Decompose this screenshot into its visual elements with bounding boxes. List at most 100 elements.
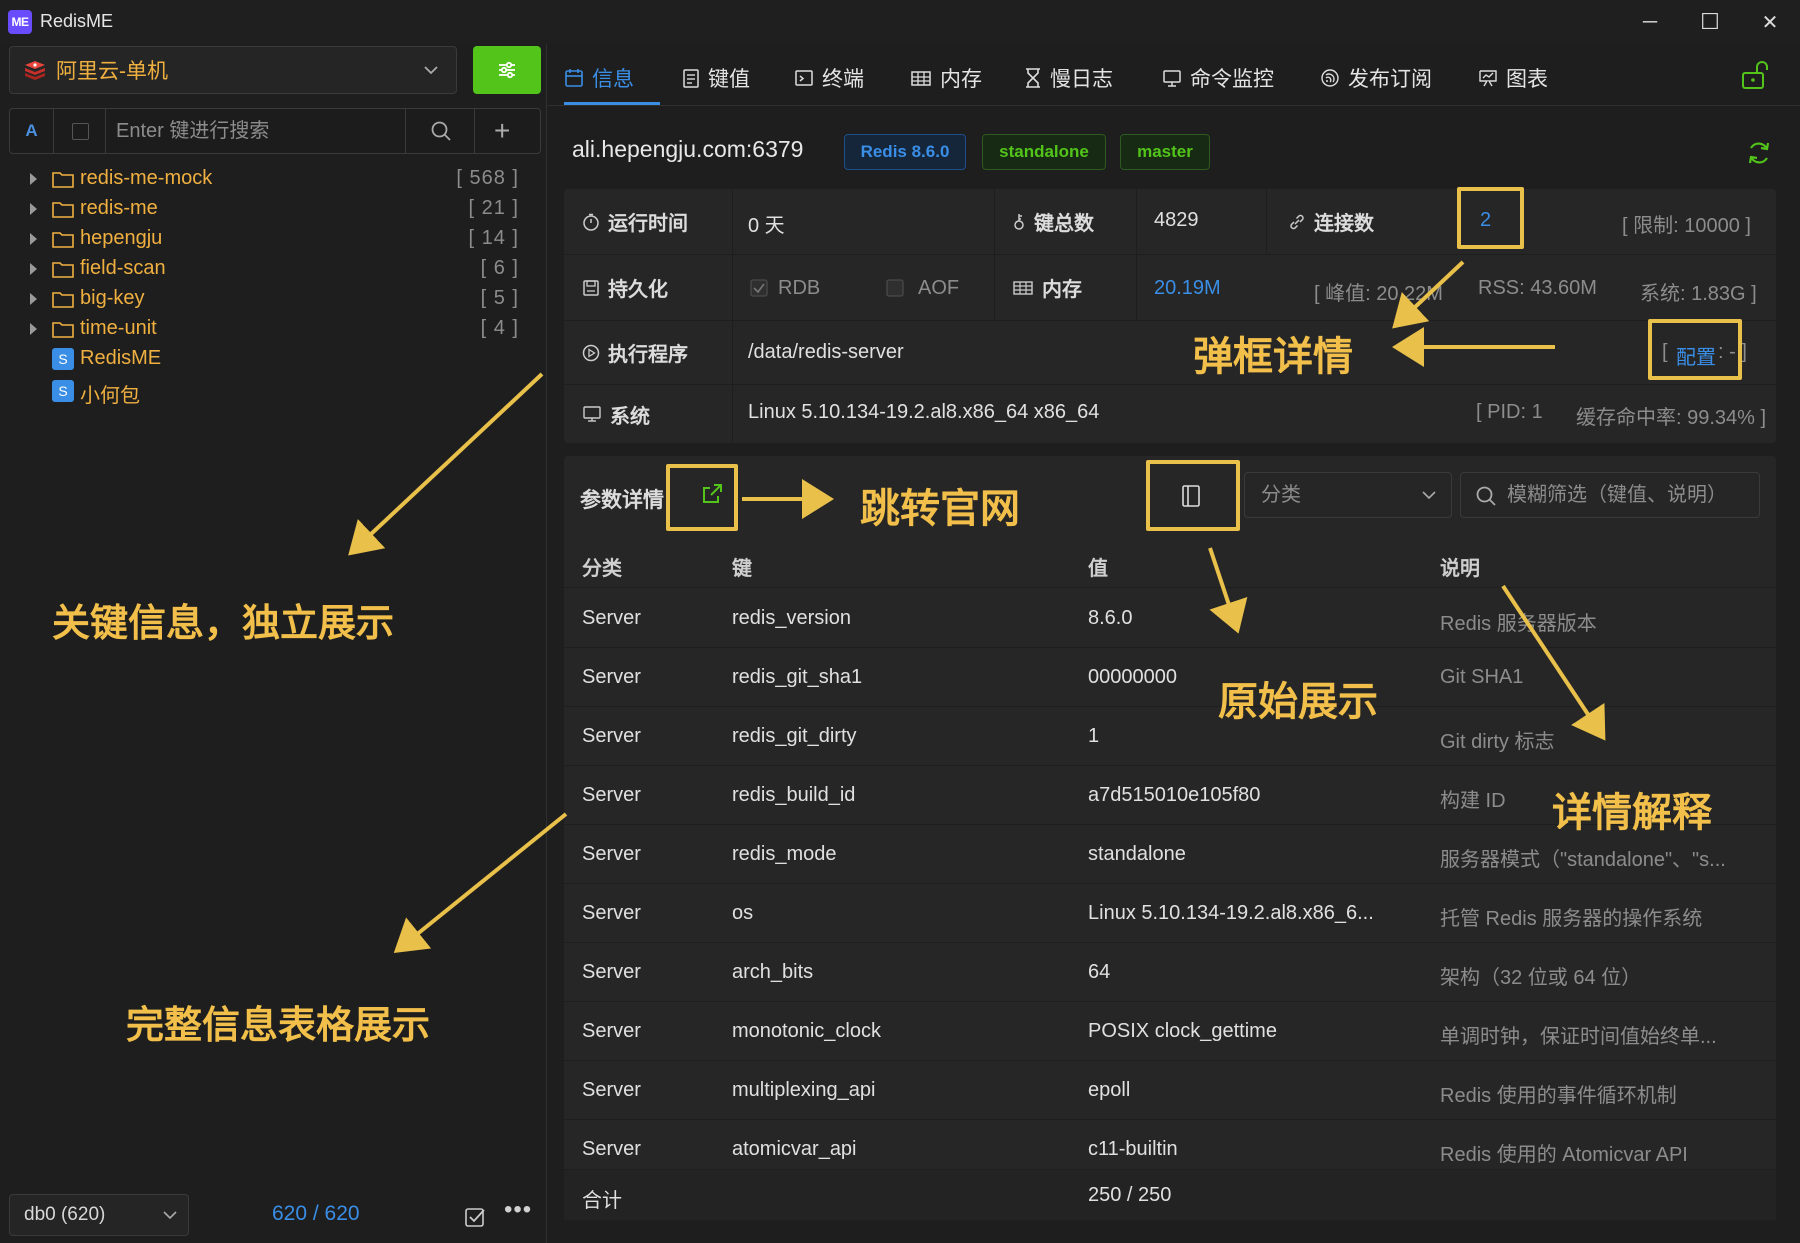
refresh-icon[interactable] (1746, 140, 1772, 166)
cell-description: Git dirty 标志 (1440, 731, 1555, 753)
divider (732, 321, 733, 384)
select-all-checkbox[interactable] (72, 123, 89, 140)
table-row[interactable]: Server monotonic_clock POSIX clock_getti… (564, 1002, 1776, 1061)
cell-category: Server (582, 784, 641, 806)
table-row[interactable]: Server redis_version 8.6.0 Redis 服务器版本 (564, 589, 1776, 648)
header-category[interactable]: 分类 (582, 552, 622, 581)
tab-terminal[interactable]: 终端 (794, 62, 864, 94)
raw-view-icon[interactable] (1180, 484, 1202, 508)
string-type-icon: S (52, 380, 74, 402)
tab-monitor[interactable]: 命令监控 (1162, 62, 1274, 94)
cell-description: 构建 ID (1440, 790, 1506, 812)
keys-label-cell: 键总数 (994, 189, 1136, 254)
persist-label-cell: 持久化 (564, 255, 732, 320)
db-select[interactable]: db0 (620) (9, 1194, 189, 1236)
key-info-panel: 运行时间 0 天 键总数 4829 连接数 2 [ 限制: 10000 ] 持久 (564, 189, 1776, 443)
mode-badge: standalone (982, 134, 1106, 170)
connection-select[interactable]: 阿里云-单机 (9, 46, 457, 94)
tab-memory[interactable]: 内存 (910, 62, 982, 94)
filter-input[interactable] (1507, 481, 1751, 509)
mem-peak: [ 峰值: 20.22M (1314, 283, 1443, 305)
table-row[interactable]: Server redis_git_sha1 00000000 Git SHA1 (564, 648, 1776, 707)
divider (1136, 189, 1137, 254)
tab-charts[interactable]: 图表 (1478, 62, 1548, 94)
tree-folder[interactable]: redis-me [ 21 ] (0, 194, 547, 224)
server-host: ali.hepengju.com:6379 (572, 136, 804, 162)
cell-value: a7d515010e105f80 (1088, 784, 1261, 806)
conn-limit: [ 限制: 10000 ] (1622, 215, 1751, 237)
tab-keyvalue[interactable]: 键值 (682, 62, 750, 94)
cell-key: multiplexing_api (732, 1079, 876, 1101)
tree-folder[interactable]: time-unit [ 4 ] (0, 314, 547, 344)
conn-label-cell: 连接数 (1266, 189, 1426, 254)
caret-right-icon[interactable] (30, 233, 37, 245)
config-open: [ (1662, 341, 1668, 363)
cell-key: monotonic_clock (732, 1020, 881, 1042)
table-row[interactable]: Server os Linux 5.10.134-19.2.al8.x86_6.… (564, 884, 1776, 943)
document-icon (683, 69, 699, 88)
mem-sys: 系统: 1.83G ] (1640, 283, 1757, 305)
close-button[interactable]: ✕ (1748, 6, 1792, 38)
conn-value[interactable]: 2 (1480, 209, 1491, 232)
tree-folder[interactable]: hepengju [ 14 ] (0, 224, 547, 254)
key-icon (1014, 213, 1024, 230)
keys-label: 键总数 (1034, 213, 1094, 235)
tree-folder[interactable]: big-key [ 5 ] (0, 284, 547, 314)
caret-right-icon[interactable] (30, 173, 37, 185)
maximize-button[interactable]: ☐ (1688, 6, 1732, 38)
table-row[interactable]: Server atomicvar_api c11-builtin Redis 使… (564, 1120, 1776, 1169)
tab-pubsub[interactable]: 发布订阅 (1320, 62, 1432, 94)
add-key-button[interactable]: + (494, 117, 510, 145)
category-select[interactable]: 分类 (1244, 472, 1452, 518)
folder-icon (52, 262, 74, 278)
exec-label-cell: 执行程序 (564, 321, 732, 384)
table-body[interactable]: Server redis_version 8.6.0 Redis 服务器版本 S… (564, 589, 1776, 1169)
key-search-input[interactable] (116, 117, 406, 145)
table-row[interactable]: Server redis_build_id a7d515010e105f80 构… (564, 766, 1776, 825)
folder-count: [ 5 ] (480, 287, 519, 309)
tab-slowlog[interactable]: 慢日志 (1024, 62, 1113, 94)
cell-description: 单调时钟，保证时间值始终单... (1440, 1026, 1717, 1048)
filter-field (1460, 472, 1760, 518)
search-icon (1476, 486, 1496, 506)
caret-right-icon[interactable] (30, 323, 37, 335)
header-key[interactable]: 键 (732, 552, 752, 581)
folder-name: redis-me (80, 197, 158, 219)
search-icon[interactable] (430, 120, 452, 142)
tree-folder[interactable]: field-scan [ 6 ] (0, 254, 547, 284)
header-value[interactable]: 值 (1088, 552, 1108, 581)
search-mode-toggle[interactable]: A (10, 109, 54, 153)
hit-rate-value: 缓存命中率: 99.34% ] (1576, 407, 1767, 429)
cell-description: Redis 服务器版本 (1440, 613, 1597, 635)
cell-category: Server (582, 666, 641, 688)
table-row[interactable]: Server multiplexing_api epoll Redis 使用的事… (564, 1061, 1776, 1120)
tab-label: 内存 (940, 68, 982, 91)
cell-key: atomicvar_api (732, 1138, 857, 1160)
folder-count: [ 568 ] (456, 167, 519, 189)
folder-icon (52, 202, 74, 218)
caret-right-icon[interactable] (30, 203, 37, 215)
connection-name: 阿里云-单机 (56, 60, 168, 83)
caret-right-icon[interactable] (30, 263, 37, 275)
config-link[interactable]: 配置 (1676, 341, 1716, 370)
external-link-icon[interactable] (700, 482, 724, 506)
more-icon[interactable]: ••• (504, 1196, 532, 1224)
batch-select-icon[interactable] (464, 1204, 488, 1228)
caret-right-icon[interactable] (30, 293, 37, 305)
connection-settings-button[interactable] (473, 46, 541, 94)
tree-folder[interactable]: redis-me-mock [ 568 ] (0, 164, 547, 194)
footer-count: 250 / 250 (1088, 1184, 1172, 1206)
header-description[interactable]: 说明 (1440, 552, 1480, 581)
table-row[interactable]: Server redis_git_dirty 1 Git dirty 标志 (564, 707, 1776, 766)
table-row[interactable]: Server arch_bits 64 架构（32 位或 64 位） (564, 943, 1776, 1002)
tab-info[interactable]: 信息 (564, 62, 634, 94)
tree-key[interactable]: S RedisME (0, 344, 547, 376)
tree-key[interactable]: S 小何包 (0, 376, 547, 408)
cell-description: Redis 使用的 Atomicvar API (1440, 1144, 1688, 1166)
rdb-checkbox[interactable] (750, 279, 768, 297)
unlock-icon[interactable] (1740, 60, 1772, 90)
minimize-button[interactable]: ─ (1628, 6, 1672, 38)
table-row[interactable]: Server redis_mode standalone 服务器模式（"stan… (564, 825, 1776, 884)
aof-checkbox[interactable] (886, 279, 904, 297)
key-tree: redis-me-mock [ 568 ] redis-me [ 21 ] he… (0, 164, 547, 408)
